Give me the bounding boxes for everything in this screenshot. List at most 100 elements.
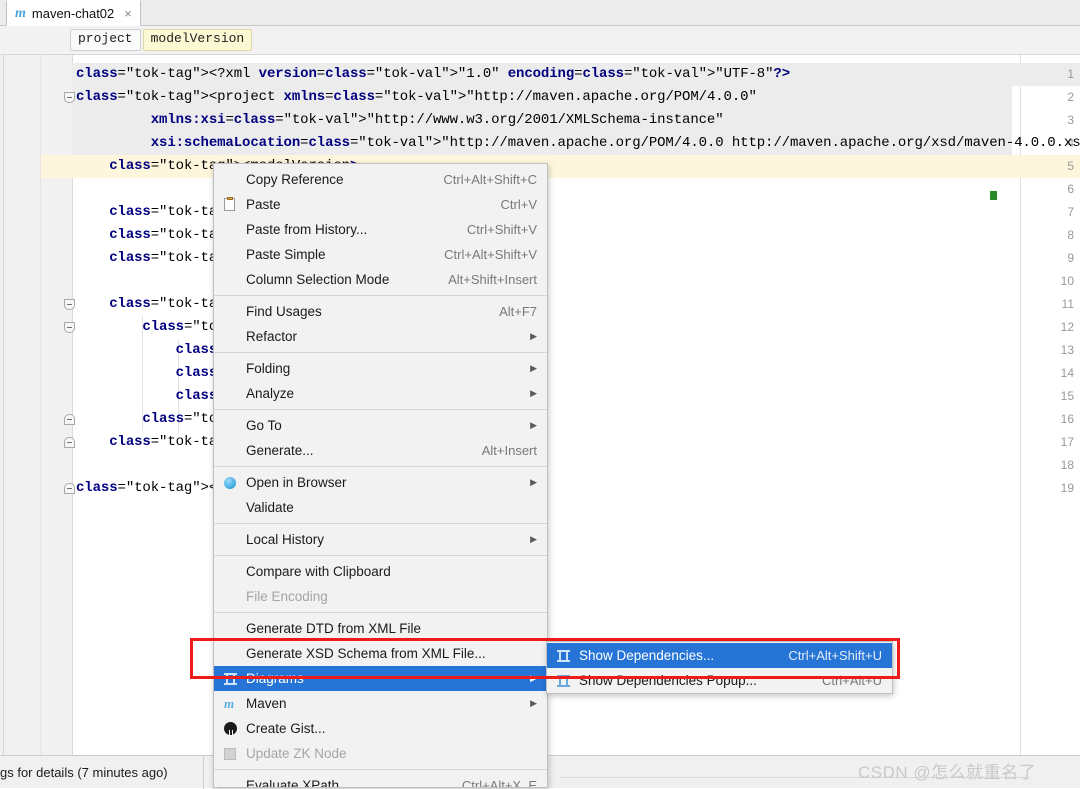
menu-item-generate-xsd-schema-from-xml-file[interactable]: Generate XSD Schema from XML File... — [214, 641, 547, 666]
line-number: 9 — [1040, 247, 1074, 270]
diagram-icon — [222, 671, 240, 687]
menu-separator — [214, 295, 547, 296]
line-number: 18 — [1040, 454, 1074, 477]
breadcrumb-item-project[interactable]: project — [70, 29, 141, 51]
breadcrumb-item-modelversion[interactable]: modelVersion — [143, 29, 253, 51]
fold-marker[interactable] — [64, 92, 75, 103]
menu-item-folding[interactable]: Folding ▶ — [214, 356, 547, 381]
menu-item-paste-from-history[interactable]: Paste from History... Ctrl+Shift+V — [214, 217, 547, 242]
menu-item-shortcut: Ctrl+Alt+Shift+V — [444, 247, 537, 262]
code-line[interactable]: xmlns:xsi=class="tok-val">"http://www.w3… — [76, 109, 724, 132]
menu-item-shortcut: Alt+Insert — [482, 443, 537, 458]
line-number: 1 — [1040, 63, 1074, 86]
menu-item-label: Maven — [246, 696, 518, 711]
line-number: 7 — [1040, 201, 1074, 224]
inspection-marker-icon — [990, 191, 997, 200]
no-icon — [222, 304, 240, 320]
menu-item-label: Create Gist... — [246, 721, 537, 736]
menu-item-diagrams[interactable]: Diagrams▶ — [214, 666, 547, 691]
code-line[interactable]: class="tok-tag"><?xml version=class="tok… — [76, 63, 790, 86]
line-number: 10 — [1040, 270, 1074, 293]
menu-item-label: Refactor — [246, 329, 518, 344]
watermark-text: CSDN @怎么就重名了 — [858, 758, 1036, 783]
menu-item-column-selection-mode[interactable]: Column Selection ModeAlt+Shift+Insert — [214, 267, 547, 292]
status-message: gs for details (7 minutes ago) — [0, 765, 168, 780]
menu-item-file-encoding: File Encoding — [214, 584, 547, 609]
menu-separator — [214, 769, 547, 770]
submenu-item-show-dependencies[interactable]: Show Dependencies...Ctrl+Alt+Shift+U — [547, 643, 892, 668]
menu-item-go-to[interactable]: Go To▶ — [214, 413, 547, 438]
menu-item-label: Folding — [246, 361, 518, 376]
line-number: 6 — [1040, 178, 1074, 201]
chevron-right-icon: ▶ — [530, 674, 537, 683]
no-icon — [222, 386, 240, 402]
line-number: 16 — [1040, 408, 1074, 431]
menu-item-generate-dtd-from-xml-file[interactable]: Generate DTD from XML File — [214, 616, 547, 641]
menu-item-create-gist[interactable]: Create Gist... — [214, 716, 547, 741]
no-icon — [222, 564, 240, 580]
menu-item-label: Analyze — [246, 386, 518, 401]
breadcrumb: project modelVersion — [0, 26, 1080, 55]
line-number: 17 — [1040, 431, 1074, 454]
menu-item-label: Validate — [246, 500, 537, 515]
maven-m-icon: m — [15, 7, 26, 21]
menu-item-shortcut: Alt+Shift+Insert — [448, 272, 537, 287]
menu-item-analyze[interactable]: Analyze ▶ — [214, 381, 547, 406]
menu-item-open-in-browser[interactable]: Open in Browser▶ — [214, 470, 547, 495]
chevron-right-icon: ▶ — [530, 389, 537, 398]
status-divider — [203, 756, 204, 789]
menu-item-label: Generate DTD from XML File — [246, 621, 537, 636]
menu-item-label: Paste — [246, 197, 487, 212]
chevron-right-icon: ▶ — [530, 699, 537, 708]
menu-item-shortcut: Ctrl+Shift+V — [467, 222, 537, 237]
editor-tab-maven-chat02[interactable]: m maven-chat02 × — [6, 0, 141, 26]
menu-item-refactor[interactable]: Refactor▶ — [214, 324, 547, 349]
diagrams-submenu[interactable]: Show Dependencies...Ctrl+Alt+Shift+UShow… — [546, 641, 893, 694]
menu-item-evaluate-xpath[interactable]: Evaluate XPath...Ctrl+Alt+X, E — [214, 773, 547, 788]
chevron-right-icon: ▶ — [530, 364, 537, 373]
menu-item-maven[interactable]: mMaven▶ — [214, 691, 547, 716]
code-line[interactable]: xsi:schemaLocation=class="tok-val">"http… — [76, 132, 1080, 155]
menu-item-label: Paste from History... — [246, 222, 453, 237]
fold-marker[interactable] — [64, 483, 75, 494]
menu-item-shortcut: Ctrl+Alt+Shift+C — [443, 172, 537, 187]
menu-item-shortcut: Ctrl+Alt+Shift+U — [788, 648, 882, 663]
no-icon — [222, 329, 240, 345]
code-line[interactable]: class="tok-tag"><project xmlns=class="to… — [76, 86, 757, 109]
menu-item-label: Find Usages — [246, 304, 485, 319]
line-number: 19 — [1040, 477, 1074, 500]
menu-item-generate[interactable]: Generate...Alt+Insert — [214, 438, 547, 463]
paste-icon — [222, 197, 240, 213]
menu-item-label: Local History — [246, 532, 518, 547]
fold-marker[interactable] — [64, 437, 75, 448]
editor-context-menu[interactable]: Copy Reference Ctrl+Alt+Shift+C Paste Ctrl+… — [213, 163, 548, 788]
menu-item-local-history[interactable]: Local History ▶ — [214, 527, 547, 552]
fold-marker[interactable] — [64, 322, 75, 333]
chevron-right-icon: ▶ — [530, 535, 537, 544]
menu-item-paste[interactable]: Paste Ctrl+V — [214, 192, 547, 217]
no-icon — [222, 443, 240, 459]
menu-item-label: File Encoding — [246, 589, 537, 604]
fold-marker[interactable] — [64, 299, 75, 310]
line-number: 5 — [1040, 155, 1074, 178]
menu-item-label: Evaluate XPath... — [246, 778, 448, 788]
line-number: 2 — [1040, 86, 1074, 109]
menu-item-label: Copy Reference — [246, 172, 429, 187]
menu-item-shortcut: Ctrl+V — [501, 197, 537, 212]
menu-item-find-usages[interactable]: Find UsagesAlt+F7 — [214, 299, 547, 324]
menu-item-label: Paste Simple — [246, 247, 430, 262]
menu-item-validate[interactable]: Validate — [214, 495, 547, 520]
submenu-item-show-dependencies-popup[interactable]: Show Dependencies Popup...Ctrl+Alt+U — [547, 668, 892, 693]
diagram-icon — [555, 648, 573, 664]
close-icon[interactable]: × — [124, 7, 132, 20]
line-number: 11 — [1040, 293, 1074, 316]
no-icon — [222, 222, 240, 238]
menu-item-compare-with-clipboard[interactable]: Compare with Clipboard — [214, 559, 547, 584]
line-number: 13 — [1040, 339, 1074, 362]
menu-item-label: Show Dependencies Popup... — [579, 673, 808, 688]
menu-item-paste-simple[interactable]: Paste Simple Ctrl+Alt+Shift+V — [214, 242, 547, 267]
fold-marker[interactable] — [64, 414, 75, 425]
chevron-right-icon: ▶ — [530, 478, 537, 487]
menu-item-copy-reference[interactable]: Copy Reference Ctrl+Alt+Shift+C — [214, 167, 547, 192]
menu-separator — [214, 352, 547, 353]
